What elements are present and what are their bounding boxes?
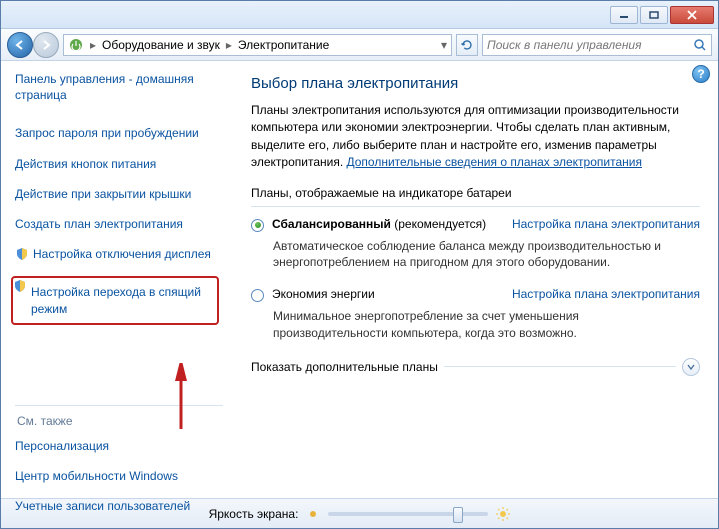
plan-group-label: Планы, отображаемые на индикаторе батаре… <box>251 186 700 200</box>
main-content: ? Выбор плана электропитания Планы элект… <box>233 61 718 498</box>
sidebar-item-create-plan[interactable]: Создать план электропитания <box>15 216 223 232</box>
refresh-button[interactable] <box>456 34 478 56</box>
sidebar-item-power-buttons[interactable]: Действия кнопок питания <box>15 156 223 172</box>
annotation-arrow-icon <box>169 363 193 433</box>
address-bar[interactable]: ▸ Оборудование и звук ▸ Электропитание ▾ <box>63 34 452 56</box>
plan-row-balanced: Сбалансированный (рекомендуется) Настрой… <box>251 217 700 232</box>
show-more-plans[interactable]: Показать дополнительные планы <box>251 358 700 376</box>
page-title: Выбор плана электропитания <box>251 75 700 92</box>
nav-forward-button[interactable] <box>33 32 59 58</box>
breadcrumb-item[interactable]: Электропитание <box>238 38 329 52</box>
toolbar: ▸ Оборудование и звук ▸ Электропитание ▾… <box>1 29 718 61</box>
search-icon <box>693 38 707 52</box>
sidebar-item-password[interactable]: Запрос пароля при пробуждении <box>15 125 223 141</box>
plan-settings-link[interactable]: Настройка плана электропитания <box>512 217 700 231</box>
search-placeholder: Поиск в панели управления <box>487 38 642 52</box>
search-input[interactable]: Поиск в панели управления <box>482 34 712 56</box>
sidebar-item-display-off[interactable]: Настройка отключения дисплея <box>15 246 223 262</box>
breadcrumb-item[interactable]: Оборудование и звук <box>102 38 220 52</box>
power-plan-icon <box>68 37 84 53</box>
plan-row-powersaver: Экономия энергии Настройка плана электро… <box>251 287 700 302</box>
shield-icon <box>15 247 29 261</box>
chevron-right-icon: ▸ <box>90 38 96 52</box>
chevron-right-icon: ▸ <box>226 38 232 52</box>
shield-icon <box>13 279 27 293</box>
plan-name[interactable]: Сбалансированный (рекомендуется) <box>272 217 486 231</box>
window-titlebar <box>1 1 718 29</box>
brightness-slider[interactable] <box>328 512 488 516</box>
maximize-button[interactable] <box>640 6 668 24</box>
close-button[interactable] <box>670 6 714 24</box>
learn-more-link[interactable]: Дополнительные сведения о планах электро… <box>347 155 642 169</box>
seealso-accounts[interactable]: Учетные записи пользователей <box>15 498 223 514</box>
minimize-button[interactable] <box>610 6 638 24</box>
seealso-mobility[interactable]: Центр мобильности Windows <box>15 468 223 484</box>
sun-bright-icon <box>496 507 510 521</box>
page-description: Планы электропитания используются для оп… <box>251 102 700 172</box>
chevron-down-icon[interactable] <box>682 358 700 376</box>
dropdown-icon[interactable]: ▾ <box>441 38 447 52</box>
plan-radio-balanced[interactable] <box>251 219 264 232</box>
plan-name[interactable]: Экономия энергии <box>272 287 375 301</box>
help-button[interactable]: ? <box>692 65 710 83</box>
sidebar-item-sleep-settings[interactable]: Настройка перехода в спящий режим <box>11 276 219 324</box>
control-panel-home-link[interactable]: Панель управления - домашняя страница <box>15 71 223 103</box>
plan-radio-powersaver[interactable] <box>251 289 264 302</box>
sidebar-item-lid-close[interactable]: Действие при закрытии крышки <box>15 186 223 202</box>
nav-back-button[interactable] <box>7 32 33 58</box>
plan-description: Автоматическое соблюдение баланса между … <box>273 238 673 272</box>
seealso-personalization[interactable]: Персонализация <box>15 438 223 454</box>
plan-settings-link[interactable]: Настройка плана электропитания <box>512 287 700 301</box>
plan-description: Минимальное энергопотребление за счет ум… <box>273 308 673 342</box>
sidebar: Панель управления - домашняя страница За… <box>1 61 233 498</box>
sun-dim-icon <box>306 507 320 521</box>
